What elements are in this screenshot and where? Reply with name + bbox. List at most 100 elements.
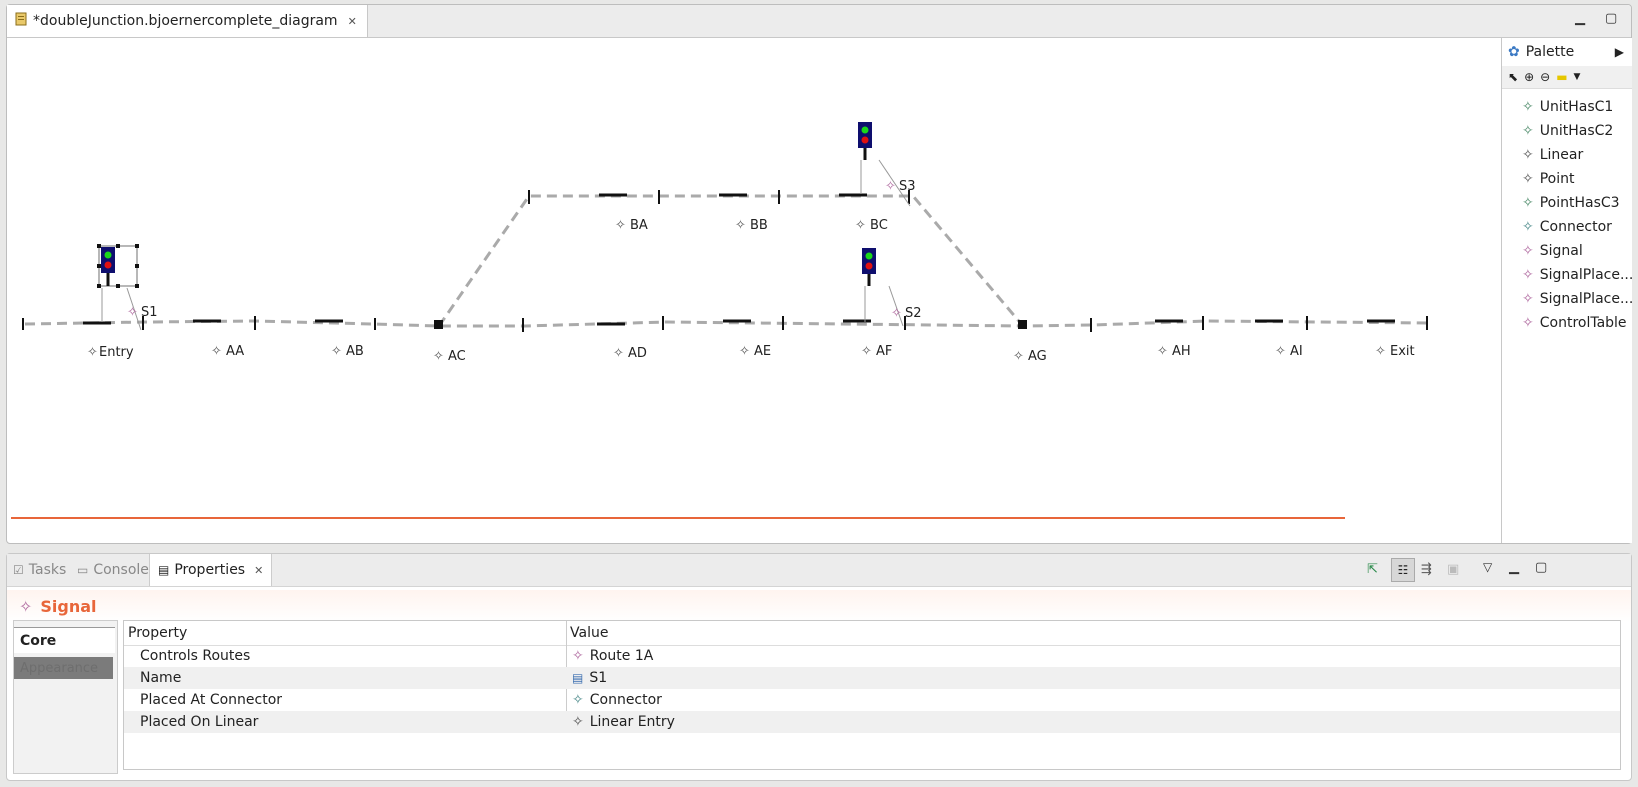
label-ac[interactable]: AC [448,349,466,364]
minimize-icon[interactable]: ▁ [1575,11,1585,26]
close-icon[interactable]: ✕ [254,564,263,577]
svg-text:✧: ✧ [855,218,866,233]
editor-tab-title: *doubleJunction.bjoernercomplete_diagram [33,13,338,29]
label-entry[interactable]: Entry [99,345,134,360]
label-aa[interactable]: AA [226,344,244,359]
select-tool-icon[interactable]: ⬉ [1508,70,1518,84]
label-ad[interactable]: AD [628,346,647,361]
junction-ac[interactable] [434,320,443,329]
label-ai[interactable]: AI [1290,344,1303,359]
restore-default-icon[interactable]: ▣ [1447,562,1459,577]
label-ab[interactable]: AB [346,344,364,359]
palette: ✿ Palette ▶ ⬉ ⊕ ⊖ ▬ ▼ ✧ UnitHasC1 ✧ UnitHa… [1501,38,1632,543]
node-icon: ✧ [1522,147,1534,163]
properties-title: ✧ Signal [7,590,1631,622]
label-exit[interactable]: Exit [1390,344,1415,359]
label-s3[interactable]: S3 [899,179,916,194]
signal-icon: ✧ [19,596,33,616]
side-tab-appearance[interactable]: Appearance [14,657,113,679]
label-ag[interactable]: AG [1028,349,1047,364]
palette-item-connector[interactable]: ✧ Connector [1502,215,1632,239]
connector-icon: ✧ [572,692,584,708]
property-value[interactable]: ✧ Linear Entry [572,714,675,730]
junction-ag[interactable] [1018,320,1027,329]
zoom-in-icon[interactable]: ⊕ [1524,70,1534,84]
editor-tab[interactable]: *doubleJunction.bjoernercomplete_diagram… [7,5,368,37]
table-row[interactable]: Name ▤ S1 [124,667,1620,689]
zoom-out-icon[interactable]: ⊖ [1540,70,1550,84]
palette-toolbar: ⬉ ⊕ ⊖ ▬ ▼ [1502,66,1632,89]
property-value[interactable]: ✧ Route 1A [572,648,653,664]
palette-item-controltable[interactable]: ✧ ControlTable [1502,311,1632,335]
close-icon[interactable]: ✕ [348,15,357,28]
table-row[interactable]: Controls Routes ✧ Route 1A [124,645,1620,667]
svg-text:✧: ✧ [735,218,746,233]
maximize-icon[interactable]: ▢ [1605,11,1617,26]
minimize-icon[interactable]: ▁ [1509,560,1519,575]
selected-element-type: Signal [40,596,97,616]
svg-text:✧: ✧ [1013,349,1024,364]
editor-tab-bar: *doubleJunction.bjoernercomplete_diagram… [7,5,1631,38]
node-icon: ✧ [1522,243,1534,259]
console-icon: ▭ [77,563,89,577]
node-icon: ✧ [1522,315,1534,331]
tab-tasks[interactable]: ☑ Tasks [13,554,66,586]
label-s2[interactable]: S2 [905,306,922,321]
table-row[interactable]: Placed At Connector ✧ Connector [124,689,1620,711]
svg-text:✧: ✧ [331,344,342,359]
palette-item-linear[interactable]: ✧ Linear [1502,143,1632,167]
label-ae[interactable]: AE [754,344,771,359]
palette-item-signal[interactable]: ✧ Signal [1502,239,1632,263]
svg-text:✧: ✧ [613,346,624,361]
palette-item-signalplace-1[interactable]: ✧ SignalPlace... [1502,263,1632,287]
label-ba[interactable]: BA [630,218,648,233]
label-bc[interactable]: BC [870,218,888,233]
diagram-svg[interactable]: ✧ Entry ✧ AA ✧ AB ✧ AC ✧ AD ✧ AE ✧ AF ✧ AG ✧ AH ✧… [7,38,1501,543]
tab-properties[interactable]: ▤ Properties ✕ [149,554,273,586]
property-side-tabs: Core Appearance [13,620,118,774]
palette-item-signalplace-2[interactable]: ✧ SignalPlace... [1502,287,1632,311]
show-categories-icon[interactable]: ☷ [1391,558,1415,582]
text-field-icon: ▤ [572,671,584,685]
label-ah[interactable]: AH [1172,344,1191,359]
palette-item-point[interactable]: ✧ Point [1502,167,1632,191]
connection-icon: ✧ [1522,267,1534,283]
svg-text:✧: ✧ [127,305,138,320]
label-s1[interactable]: S1 [141,305,158,320]
properties-icon: ▤ [158,563,170,577]
column-header-value[interactable]: Value [570,625,608,641]
palette-header[interactable]: ✿ Palette ▶ [1502,38,1632,66]
property-name: Controls Routes [140,648,251,664]
palette-item-unithasc1[interactable]: ✧ UnitHasC1 [1502,95,1632,119]
svg-text:✧: ✧ [1157,344,1168,359]
diagram-canvas[interactable]: ✧ Entry ✧ AA ✧ AB ✧ AC ✧ AD ✧ AE ✧ AF ✧ AG ✧ AH ✧… [7,38,1501,543]
maximize-icon[interactable]: ▢ [1535,560,1547,575]
table-header: Property Value [124,621,1620,646]
svg-text:✧: ✧ [1275,344,1286,359]
track-lines [24,194,1432,328]
view-menu-icon[interactable]: ▽ [1483,560,1492,574]
route-icon: ✧ [572,648,584,664]
property-value[interactable]: ▤ S1 [572,670,607,686]
table-row[interactable]: Placed On Linear ✧ Linear Entry [124,711,1620,733]
svg-text:✧: ✧ [861,344,872,359]
side-tab-core[interactable]: Core [14,627,115,653]
label-bb[interactable]: BB [750,218,768,233]
property-value[interactable]: ✧ Connector [572,692,662,708]
svg-text:✧: ✧ [615,218,626,233]
palette-collapse-icon[interactable]: ▶ [1615,45,1624,59]
palette-item-pointhasc3[interactable]: ✧ PointHasC3 [1502,191,1632,215]
note-tool-icon[interactable]: ▬ [1556,70,1567,84]
pin-icon[interactable]: ⇱ [1367,562,1378,577]
connection-icon: ✧ [1522,123,1534,139]
show-advanced-icon[interactable]: ⇶ [1421,562,1432,577]
palette-item-unithasc2[interactable]: ✧ UnitHasC2 [1502,119,1632,143]
property-name: Placed On Linear [140,714,259,730]
column-header-property[interactable]: Property [128,625,187,641]
tab-console[interactable]: ▭ Console [77,554,149,586]
dropdown-icon[interactable]: ▼ [1574,72,1581,82]
property-name: Placed At Connector [140,692,283,708]
label-af[interactable]: AF [876,344,892,359]
linear-segments[interactable] [83,193,1395,326]
tasks-icon: ☑ [13,563,24,577]
